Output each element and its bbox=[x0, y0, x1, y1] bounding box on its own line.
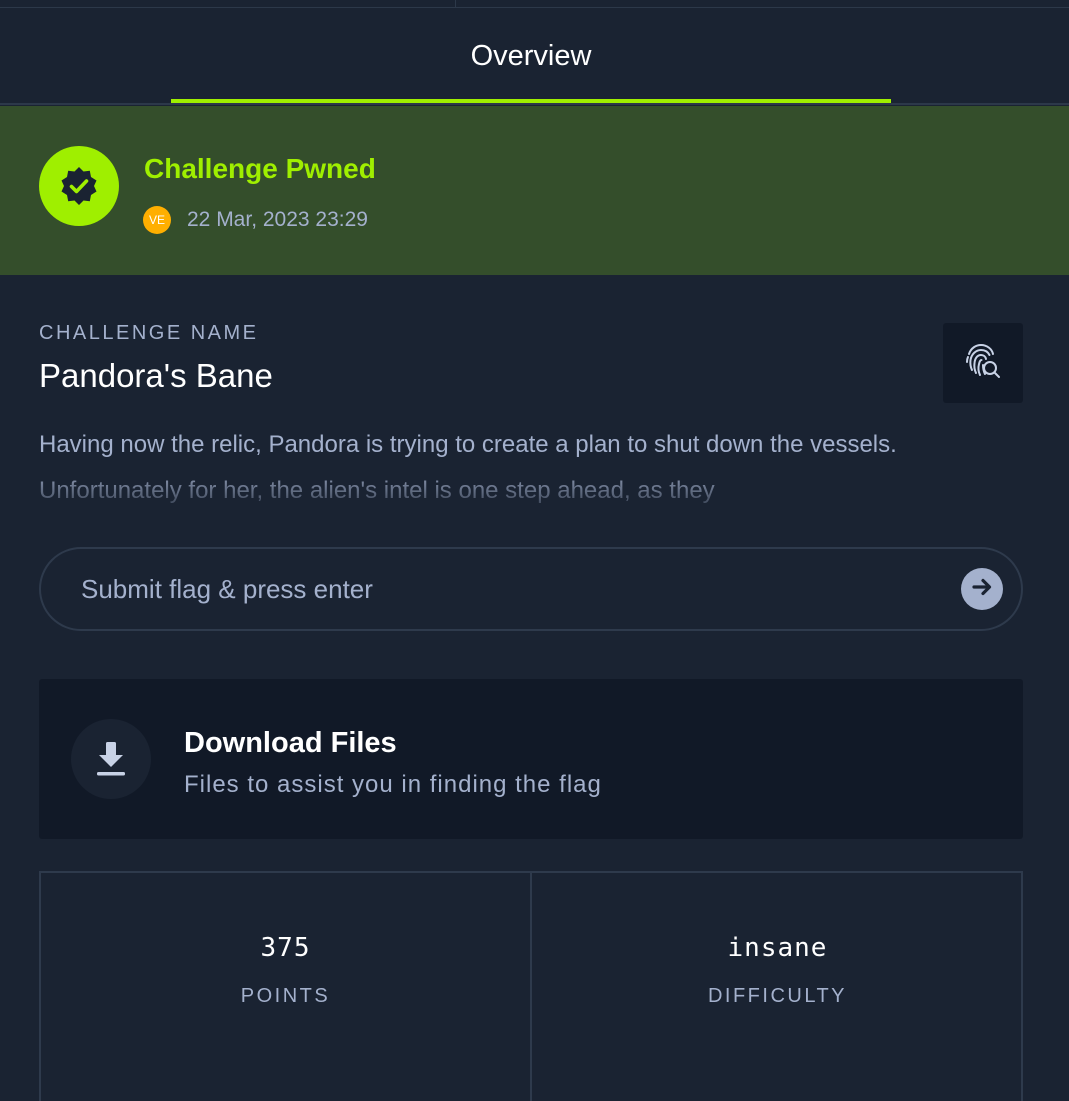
top-bar-divider bbox=[455, 0, 456, 7]
fingerprint-search-icon bbox=[962, 340, 1004, 387]
challenge-pwned-banner: Challenge Pwned VE 22 Mar, 2023 23:29 bbox=[0, 106, 1069, 275]
points-stat: 375 POINTS bbox=[41, 873, 532, 1101]
arrow-right-icon bbox=[970, 575, 994, 604]
challenge-name-label: CHALLENGE NAME bbox=[39, 322, 259, 344]
difficulty-label: DIFFICULTY bbox=[707, 985, 848, 1007]
points-value: 375 bbox=[260, 933, 311, 963]
active-tab-indicator bbox=[171, 99, 891, 103]
download-files-subtitle: Files to assist you in finding the flag bbox=[184, 771, 602, 798]
submit-flag-button[interactable] bbox=[961, 568, 1003, 610]
top-bar bbox=[0, 0, 1069, 8]
tab-bar: Overview bbox=[0, 8, 1069, 105]
verified-badge-icon bbox=[39, 146, 119, 226]
pwned-date: 22 Mar, 2023 23:29 bbox=[187, 208, 368, 231]
pwned-title: Challenge Pwned bbox=[144, 153, 376, 184]
challenge-name: Pandora's Bane bbox=[39, 357, 273, 394]
flag-input-container bbox=[39, 547, 1023, 631]
flag-input[interactable] bbox=[81, 549, 941, 629]
fingerprint-search-button[interactable] bbox=[943, 323, 1023, 403]
points-label: POINTS bbox=[240, 985, 331, 1007]
vip-badge: VE bbox=[143, 206, 171, 234]
download-files-title: Download Files bbox=[184, 727, 397, 759]
challenge-stats: 375 POINTS insane DIFFICULTY bbox=[39, 871, 1023, 1101]
challenge-description: Having now the relic, Pandora is trying … bbox=[39, 431, 897, 504]
difficulty-stat: insane DIFFICULTY bbox=[532, 873, 1023, 1101]
download-files-card[interactable]: Download Files Files to assist you in fi… bbox=[39, 679, 1023, 839]
tab-overview[interactable]: Overview bbox=[171, 8, 891, 105]
difficulty-value: insane bbox=[727, 933, 828, 963]
download-icon bbox=[71, 719, 151, 799]
